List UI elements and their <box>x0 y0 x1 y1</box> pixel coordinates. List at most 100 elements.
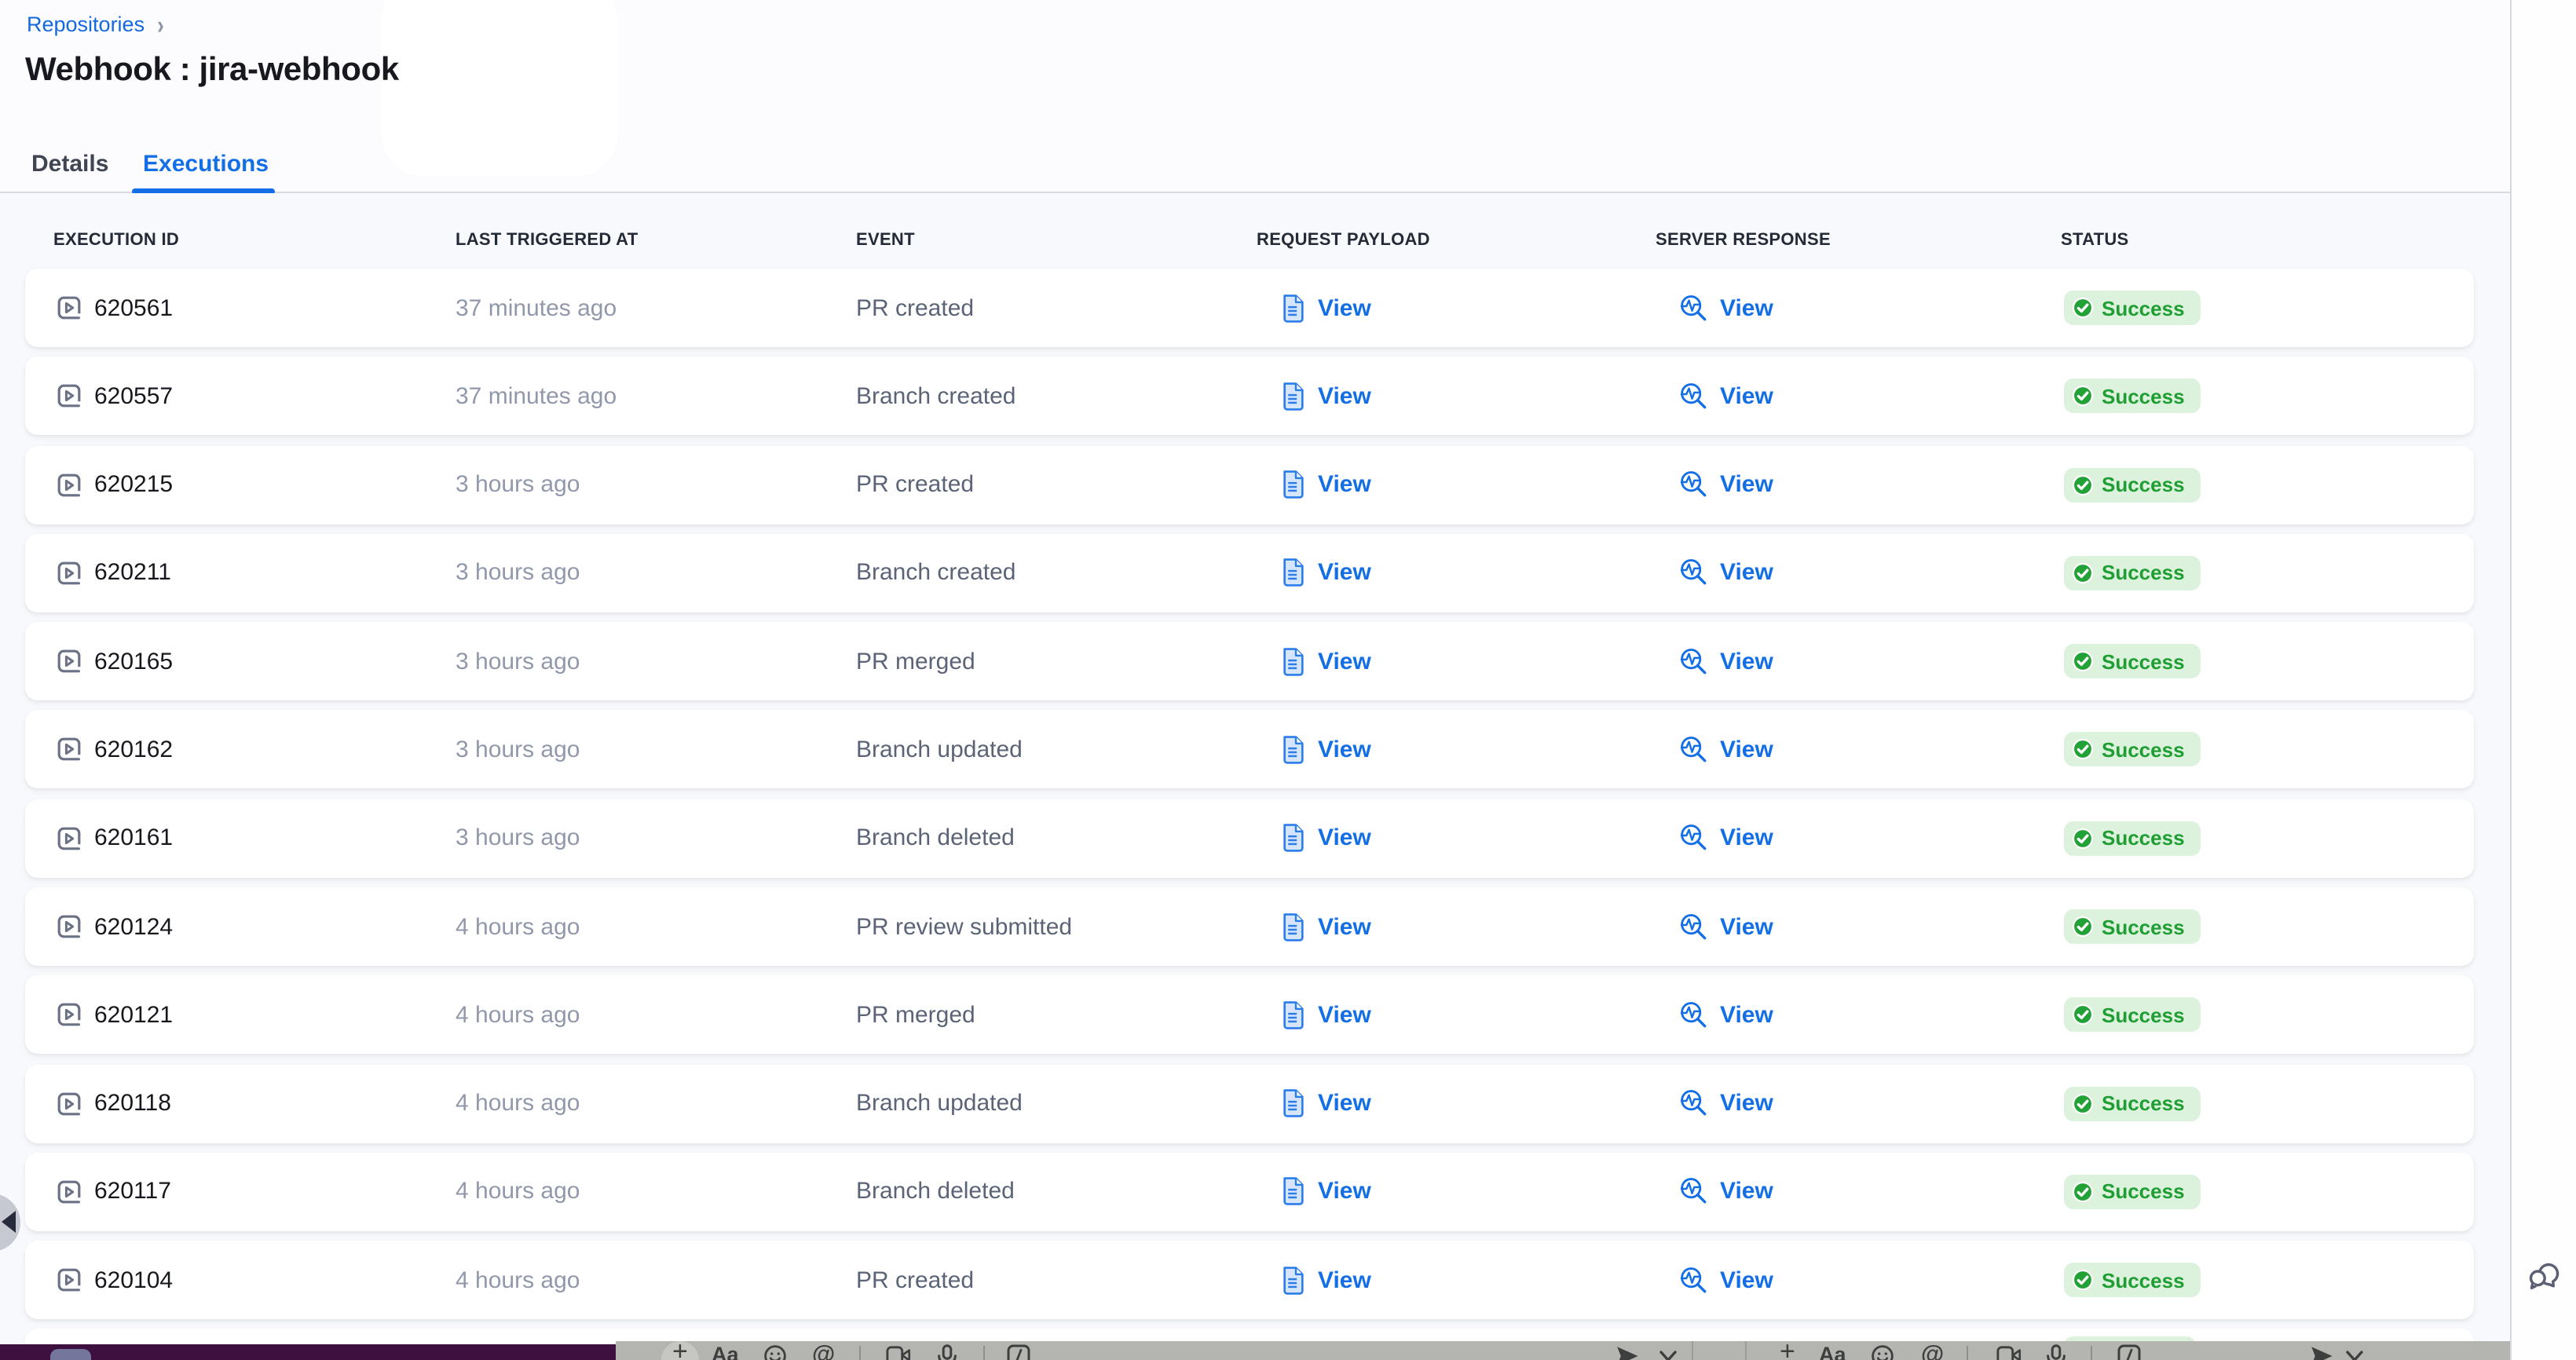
execution-id: 620165 <box>94 648 173 675</box>
request-payload-view-link[interactable]: View <box>1280 1153 1371 1231</box>
success-check-icon <box>2072 1181 2094 1203</box>
executions-table: EXECUTION ID LAST TRIGGERED AT EVENT REQ… <box>0 193 2510 1360</box>
status-cell: Success <box>2064 1153 2201 1231</box>
status-label: Success <box>2102 1269 2185 1292</box>
server-response-view-link[interactable]: View <box>1679 622 1773 700</box>
execution-id: 620561 <box>94 294 173 321</box>
status-cell: Success <box>2064 1241 2201 1320</box>
document-icon <box>1280 646 1307 676</box>
send-options-chevron-icon[interactable] <box>2345 1344 2364 1360</box>
send-options-chevron-icon[interactable] <box>1659 1344 1678 1360</box>
status-cell: Success <box>2064 534 2201 612</box>
request-payload-view-link[interactable]: View <box>1280 799 1371 878</box>
request-payload-view-link[interactable]: View <box>1280 357 1371 436</box>
request-payload-view-link[interactable]: View <box>1280 711 1371 789</box>
composer-divider <box>1967 1346 1969 1360</box>
execution-id-cell: 620118 <box>57 1064 171 1142</box>
server-response-view-link[interactable]: View <box>1679 1153 1773 1231</box>
server-response-view-link[interactable]: View <box>1679 1241 1773 1320</box>
table-row: 620121 4 hours ago PR merged <box>25 976 2474 1055</box>
server-response-view-link[interactable]: View <box>1679 269 1773 347</box>
mic-icon[interactable] <box>2045 1344 2067 1360</box>
mic-icon[interactable] <box>936 1344 958 1360</box>
breadcrumb: Repositories › <box>27 13 164 36</box>
request-payload-view-link[interactable]: View <box>1280 534 1371 612</box>
status-label: Success <box>2102 296 2185 320</box>
last-triggered-cell: 4 hours ago <box>456 1064 580 1142</box>
status-badge: Success <box>2064 467 2201 502</box>
success-check-icon <box>2072 473 2094 495</box>
status-label: Success <box>2102 649 2185 673</box>
view-payload-label: View <box>1318 294 1371 321</box>
status-cell: Success <box>2064 622 2201 700</box>
tab-bar: Details Executions <box>0 133 2510 193</box>
page-title: Webhook : jira-webhook <box>25 52 399 90</box>
execution-run-icon <box>57 1179 82 1205</box>
server-response-view-link[interactable]: View <box>1679 534 1773 612</box>
execution-id: 620104 <box>94 1267 173 1294</box>
success-check-icon <box>2072 1092 2094 1114</box>
col-header-status: STATUS <box>2061 231 2129 250</box>
execution-run-icon <box>57 1268 82 1293</box>
request-payload-view-link[interactable]: View <box>1280 269 1371 347</box>
mention-icon[interactable]: @ <box>812 1344 835 1360</box>
execution-id-cell: 620124 <box>57 887 173 966</box>
server-response-view-link[interactable]: View <box>1679 445 1773 524</box>
attach-plus-icon[interactable]: + <box>672 1341 688 1360</box>
send-icon[interactable] <box>2309 1344 2334 1360</box>
format-icon[interactable]: Aa <box>712 1344 739 1360</box>
request-payload-view-link[interactable]: View <box>1280 1241 1371 1320</box>
execution-id: 620557 <box>94 383 173 410</box>
format-icon[interactable]: Aa <box>1819 1344 1846 1360</box>
server-response-view-link[interactable]: View <box>1679 976 1773 1055</box>
video-icon[interactable] <box>1996 1344 2022 1360</box>
col-header-event: EVENT <box>856 231 915 250</box>
window-seam <box>1692 1341 1694 1360</box>
table-row: 620561 37 minutes ago PR created <box>25 269 2474 347</box>
last-triggered-cell: 4 hours ago <box>456 887 580 966</box>
tab-executions[interactable]: Executions <box>143 133 269 193</box>
view-response-label: View <box>1720 1179 1773 1205</box>
breadcrumb-repositories-link[interactable]: Repositories <box>27 13 145 36</box>
request-payload-view-link[interactable]: View <box>1280 1064 1371 1142</box>
execution-id: 620162 <box>94 737 173 763</box>
attach-plus-icon[interactable]: + <box>1780 1341 1795 1360</box>
emoji-icon[interactable] <box>763 1344 787 1360</box>
shortcuts-icon[interactable] <box>2117 1344 2141 1360</box>
server-response-view-link[interactable]: View <box>1679 357 1773 436</box>
success-check-icon <box>2072 650 2094 672</box>
collapse-arrow-icon <box>2 1211 16 1233</box>
success-check-icon <box>2072 916 2094 938</box>
execution-id-cell: 620215 <box>57 445 173 524</box>
inspect-response-icon <box>1679 735 1709 765</box>
inspect-response-icon <box>1679 382 1709 411</box>
chat-bubbles-icon[interactable] <box>2526 1256 2562 1300</box>
execution-id-cell: 620104 <box>57 1241 173 1320</box>
view-payload-label: View <box>1318 737 1371 763</box>
last-triggered-cell: 3 hours ago <box>456 799 580 878</box>
request-payload-view-link[interactable]: View <box>1280 887 1371 966</box>
request-payload-view-link[interactable]: View <box>1280 622 1371 700</box>
server-response-view-link[interactable]: View <box>1679 799 1773 878</box>
shortcuts-icon[interactable] <box>1007 1344 1030 1360</box>
request-payload-view-link[interactable]: View <box>1280 445 1371 524</box>
execution-run-icon <box>57 914 82 939</box>
tab-details[interactable]: Details <box>31 133 108 193</box>
status-badge: Success <box>2064 1175 2201 1209</box>
view-response-label: View <box>1720 1002 1773 1029</box>
send-icon[interactable] <box>1615 1344 1640 1360</box>
request-payload-view-link[interactable]: View <box>1280 976 1371 1055</box>
mention-icon[interactable]: @ <box>1921 1344 1944 1360</box>
server-response-view-link[interactable]: View <box>1679 1064 1773 1142</box>
view-payload-label: View <box>1318 1002 1371 1029</box>
event-cell: PR review submitted <box>856 887 1072 966</box>
server-response-view-link[interactable]: View <box>1679 711 1773 789</box>
status-cell: Success <box>2064 269 2201 347</box>
emoji-icon[interactable] <box>1871 1344 1894 1360</box>
table-header-row: EXECUTION ID LAST TRIGGERED AT EVENT REQ… <box>25 218 2474 269</box>
view-payload-label: View <box>1318 648 1371 675</box>
last-triggered-cell: 37 minutes ago <box>456 357 617 436</box>
event-cell: Branch updated <box>856 1064 1023 1142</box>
server-response-view-link[interactable]: View <box>1679 887 1773 966</box>
video-icon[interactable] <box>886 1344 911 1360</box>
